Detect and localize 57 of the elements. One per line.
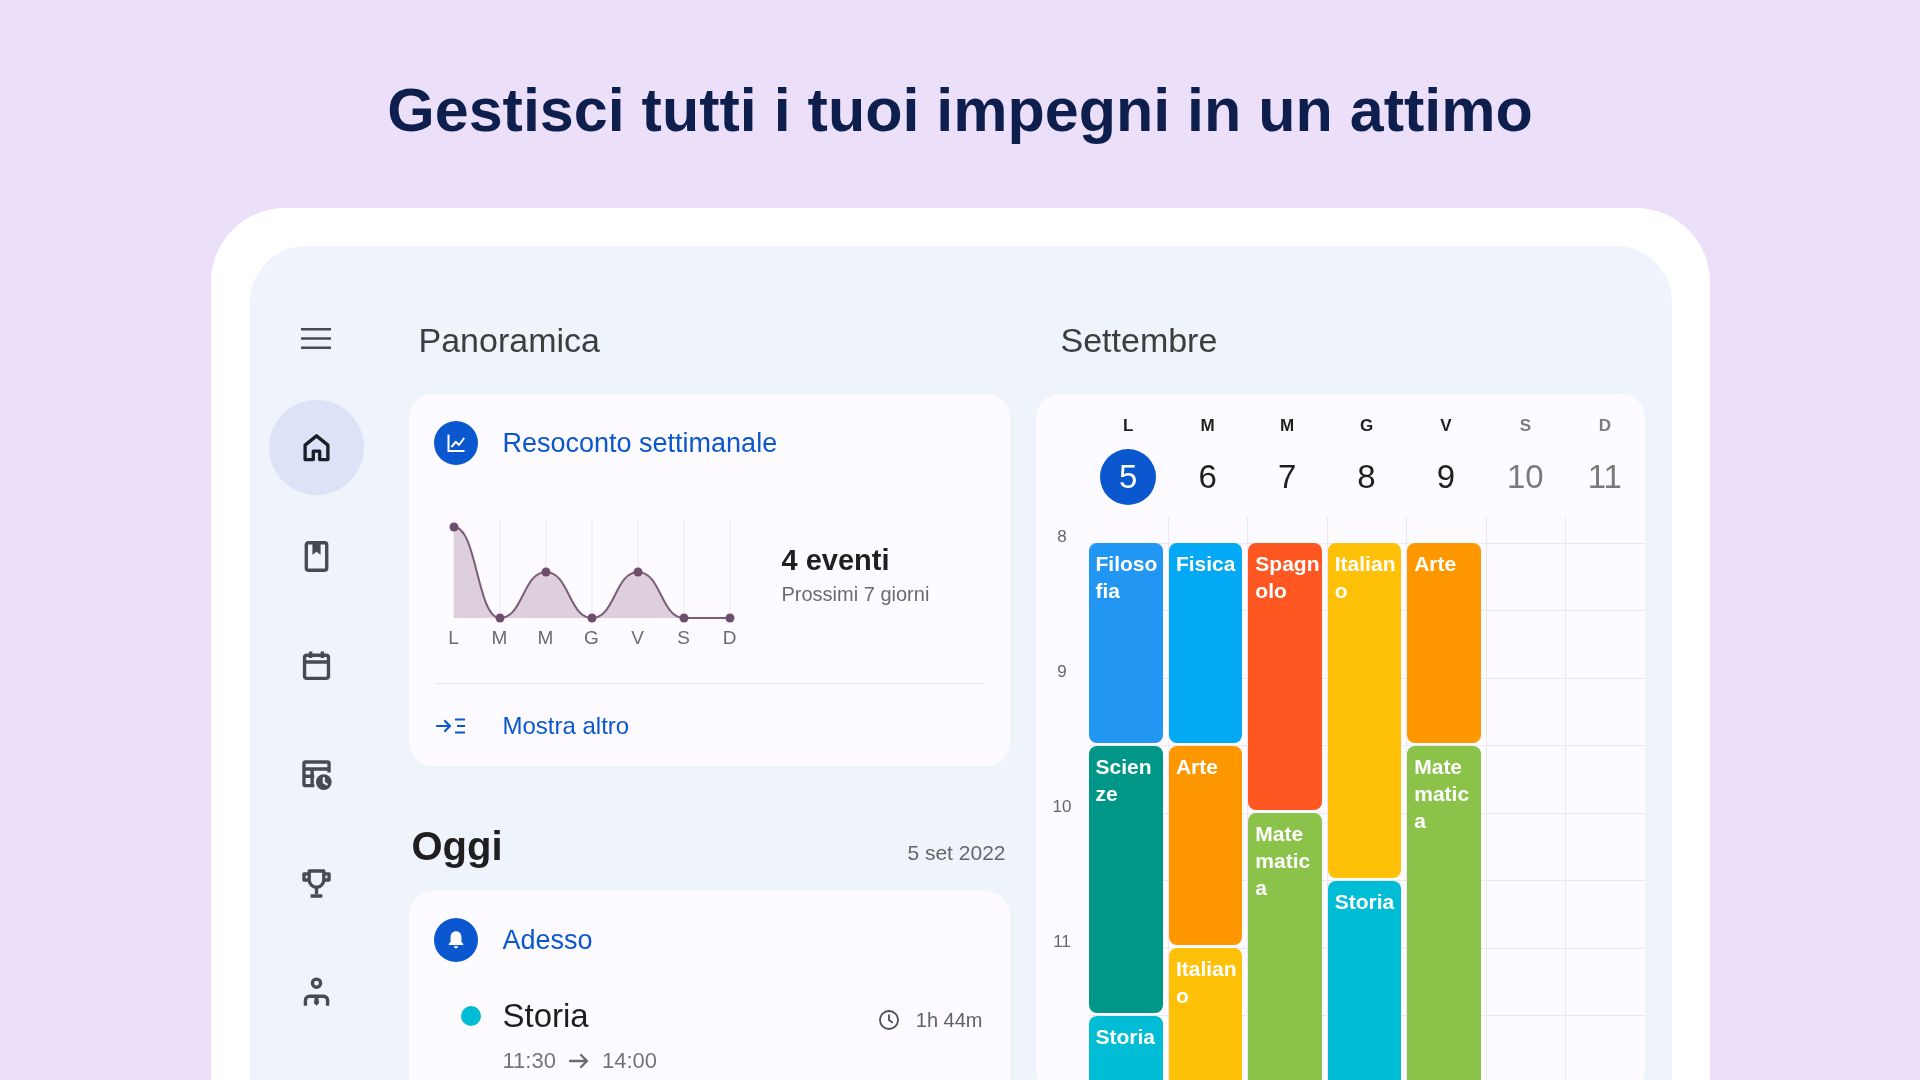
weekday-label: S: [1519, 415, 1531, 437]
date-number[interactable]: 9: [1436, 457, 1456, 497]
trend-chart-icon: [433, 421, 478, 465]
date-number[interactable]: 5: [1100, 449, 1157, 505]
weekday-label: V: [1440, 415, 1452, 437]
chart-day-label: G: [584, 627, 599, 649]
calendar-event[interactable]: Scienze: [1088, 745, 1163, 1013]
hour-label: 11: [1053, 931, 1071, 953]
hour-label: 8: [1057, 526, 1067, 548]
date-number[interactable]: 7: [1277, 457, 1297, 497]
calendar-event[interactable]: Storia: [1088, 1015, 1163, 1080]
menu-button[interactable]: [300, 327, 332, 350]
calendar-event[interactable]: Italiano: [1327, 543, 1402, 878]
calendar-event[interactable]: Arte: [1168, 745, 1243, 945]
chart-day-label: M: [537, 627, 554, 649]
chart-day-label: M: [491, 627, 508, 649]
show-more-button[interactable]: Mostra altro: [435, 708, 630, 744]
section-title: Settembre: [1060, 320, 1218, 360]
time-label: 14:00: [601, 1047, 657, 1075]
calendar-event[interactable]: Fisica: [1168, 543, 1243, 743]
weekday-label: L: [1123, 415, 1134, 437]
calendar-event[interactable]: Matematica: [1407, 745, 1481, 1080]
chart-day-label: S: [677, 627, 690, 649]
calendar-event[interactable]: Arte: [1407, 543, 1481, 743]
date-label: 5 set 2022: [907, 840, 1006, 866]
date-number[interactable]: 10: [1507, 457, 1544, 497]
calendar-event[interactable]: Spagnolo: [1248, 543, 1322, 810]
hour-label: 10: [1052, 796, 1072, 818]
calendar-event[interactable]: Filosofia: [1088, 543, 1163, 743]
arrow-list-icon: [435, 716, 466, 736]
calendar-event[interactable]: Matematica: [1248, 813, 1322, 1080]
chart-day-label: D: [722, 627, 737, 649]
calendar-event[interactable]: Italiano: [1168, 948, 1243, 1080]
bell-icon: [433, 918, 478, 962]
time-label: 11:30: [502, 1047, 556, 1075]
calendar-event[interactable]: Storia: [1327, 880, 1402, 1080]
card-title: Resoconto settimanale: [502, 427, 778, 460]
clock-icon: [877, 1009, 900, 1031]
weekday-label: M: [1279, 415, 1295, 437]
date-number[interactable]: 6: [1198, 457, 1217, 497]
weekday-label: M: [1200, 415, 1215, 437]
duration-label: 1h 44m: [915, 1008, 983, 1032]
date-number[interactable]: 11: [1587, 457, 1622, 497]
hour-label: 9: [1057, 661, 1067, 683]
date-number[interactable]: 8: [1357, 457, 1376, 497]
menu-icon: [300, 327, 332, 350]
chart-day-label: V: [631, 627, 644, 649]
headline: Gestisci tutti i tuoi impegni in un attimo: [387, 75, 1533, 146]
event-title: Storia: [502, 996, 589, 1036]
chart-day-label: L: [448, 627, 459, 649]
weekday-label: D: [1598, 415, 1611, 437]
section-title: Panoramica: [418, 320, 600, 360]
weekday-label: G: [1359, 415, 1374, 437]
count-caption: Prossimi 7 giorni: [781, 582, 930, 606]
card-title: Adesso: [502, 924, 593, 957]
event-count: 4 eventi: [781, 543, 890, 578]
section-title: Oggi: [411, 823, 503, 870]
